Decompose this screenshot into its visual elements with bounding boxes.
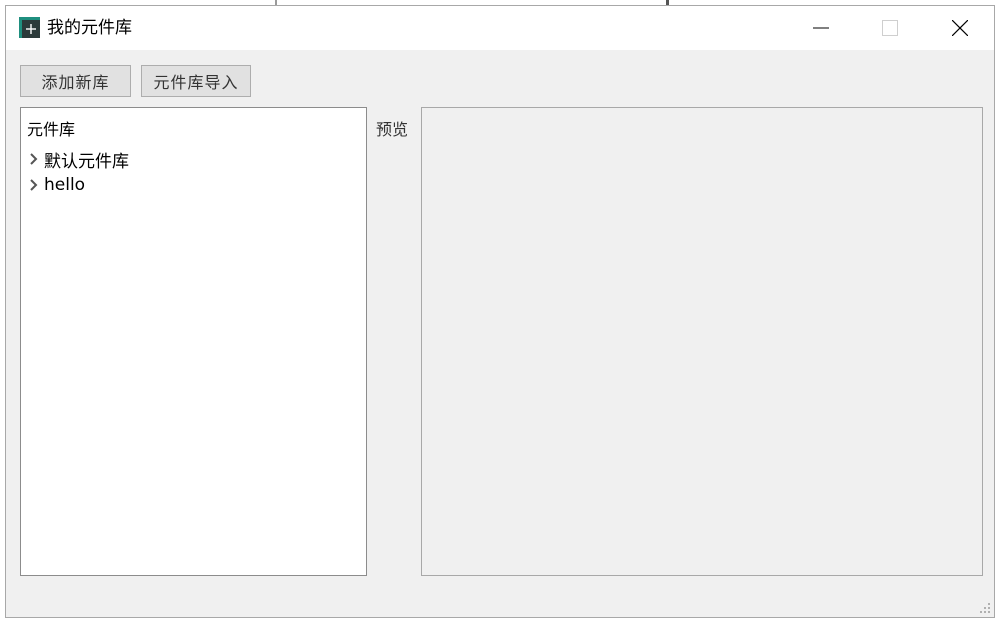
chevron-right-icon	[30, 153, 38, 165]
chevron-right-icon	[30, 179, 38, 191]
minimize-button[interactable]	[787, 6, 855, 50]
maximize-icon	[882, 20, 898, 36]
library-tree[interactable]: 元件库 默认元件库 hello	[20, 107, 367, 576]
expand-arrow[interactable]	[23, 173, 43, 197]
expand-arrow[interactable]	[23, 147, 43, 171]
close-icon	[952, 20, 968, 36]
resize-grip-icon[interactable]	[980, 603, 990, 613]
tree-item-label: 默认元件库	[44, 151, 129, 172]
tree-item-label: hello	[44, 175, 86, 195]
maximize-button[interactable]	[856, 6, 924, 50]
tree-item-default-library[interactable]: 默认元件库	[21, 147, 361, 172]
tree-header: 元件库	[27, 120, 76, 139]
minimize-icon	[813, 27, 829, 29]
window-title: 我的元件库	[47, 18, 132, 38]
library-window: 我的元件库 添加新库 元件库导入 元件库 默认元件库 hello 预览	[5, 5, 995, 618]
preview-label: 预览	[376, 120, 409, 139]
tree-item-hello[interactable]: hello	[21, 173, 361, 197]
app-icon	[19, 17, 40, 38]
import-library-button[interactable]: 元件库导入	[141, 65, 251, 97]
add-library-button[interactable]: 添加新库	[20, 65, 131, 97]
close-button[interactable]	[926, 6, 994, 50]
title-bar[interactable]: 我的元件库	[6, 6, 994, 50]
preview-area	[421, 107, 983, 576]
